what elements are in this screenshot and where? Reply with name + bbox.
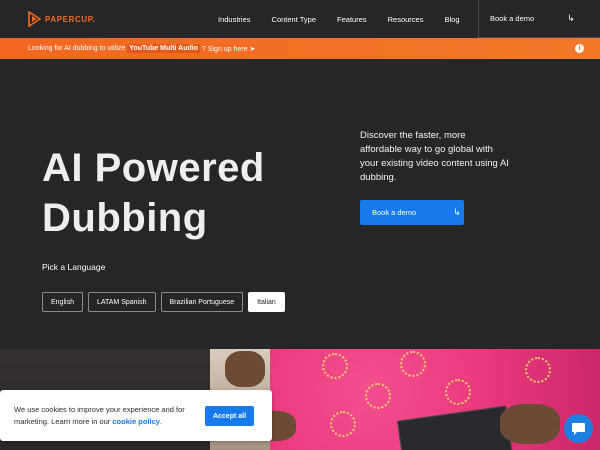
top-nav: PAPERCUP. Industries Content Type Featur… — [0, 0, 600, 38]
hero-book-demo-button[interactable]: Book a demo ↳ — [360, 200, 464, 225]
chat-launcher-button[interactable] — [564, 414, 593, 443]
banner-highlight: YouTube Multi Audio — [127, 44, 200, 53]
info-icon[interactable]: i — [575, 44, 584, 53]
language-option-english[interactable]: English — [42, 292, 83, 312]
accept-all-button[interactable]: Accept all — [205, 406, 254, 426]
fabric-motif — [330, 411, 356, 437]
language-option-brazilian-portuguese[interactable]: Brazilian Portuguese — [160, 292, 244, 312]
nav-links: Industries Content Type Features Resourc… — [218, 0, 481, 38]
hero-title: AI Powered Dubbing — [42, 143, 265, 243]
nav-book-demo-button[interactable]: Book a demo ↳ — [478, 0, 600, 38]
cookie-banner: We use cookies to improve your experienc… — [0, 390, 272, 441]
pick-language-label: Pick a Language — [42, 262, 106, 272]
hero-book-demo-label: Book a demo — [372, 208, 417, 217]
cookie-end: . — [159, 416, 163, 426]
banner-prefix: Looking for AI dubbing to utilize — [28, 45, 126, 52]
hero-title-line2: Dubbing — [42, 196, 208, 240]
language-option-italian[interactable]: Italian — [248, 292, 285, 312]
chat-bubble-icon — [572, 423, 585, 435]
hero-section: AI Powered Dubbing Discover the faster, … — [0, 59, 600, 349]
fabric-motif — [445, 379, 471, 405]
nav-link-blog[interactable]: Blog — [444, 15, 459, 24]
arrow-turn-icon: ↳ — [567, 13, 575, 23]
fabric-motif — [365, 383, 391, 409]
logo-text: PAPERCUP. — [45, 14, 96, 24]
papercup-logo[interactable]: PAPERCUP. — [28, 10, 95, 28]
fabric-motif — [400, 351, 426, 377]
cookie-policy-link[interactable]: cookie policy — [112, 417, 160, 426]
nav-link-features[interactable]: Features — [337, 15, 367, 24]
hand — [500, 404, 560, 444]
hand — [225, 351, 265, 387]
nav-book-demo-label: Book a demo — [490, 14, 535, 23]
fabric-motif — [525, 357, 551, 383]
nav-link-industries[interactable]: Industries — [218, 15, 251, 24]
arrow-turn-icon: ↳ — [453, 207, 461, 217]
fabric-motif — [322, 353, 348, 379]
language-option-latam-spanish[interactable]: LATAM Spanish — [87, 292, 156, 312]
announcement-banner[interactable]: Looking for AI dubbing to utilize YouTub… — [0, 38, 600, 59]
language-selector: English LATAM Spanish Brazilian Portugue… — [42, 292, 285, 312]
cookie-text: We use cookies to improve your experienc… — [14, 404, 194, 427]
hero-title-line1: AI Powered — [42, 146, 265, 190]
papercup-logo-icon — [28, 11, 41, 27]
banner-suffix: ? Sign up here ➤ — [201, 45, 256, 53]
hero-description: Discover the faster, more affordable way… — [360, 130, 509, 183]
nav-link-resources[interactable]: Resources — [388, 15, 424, 24]
nav-link-content-type[interactable]: Content Type — [272, 15, 316, 24]
